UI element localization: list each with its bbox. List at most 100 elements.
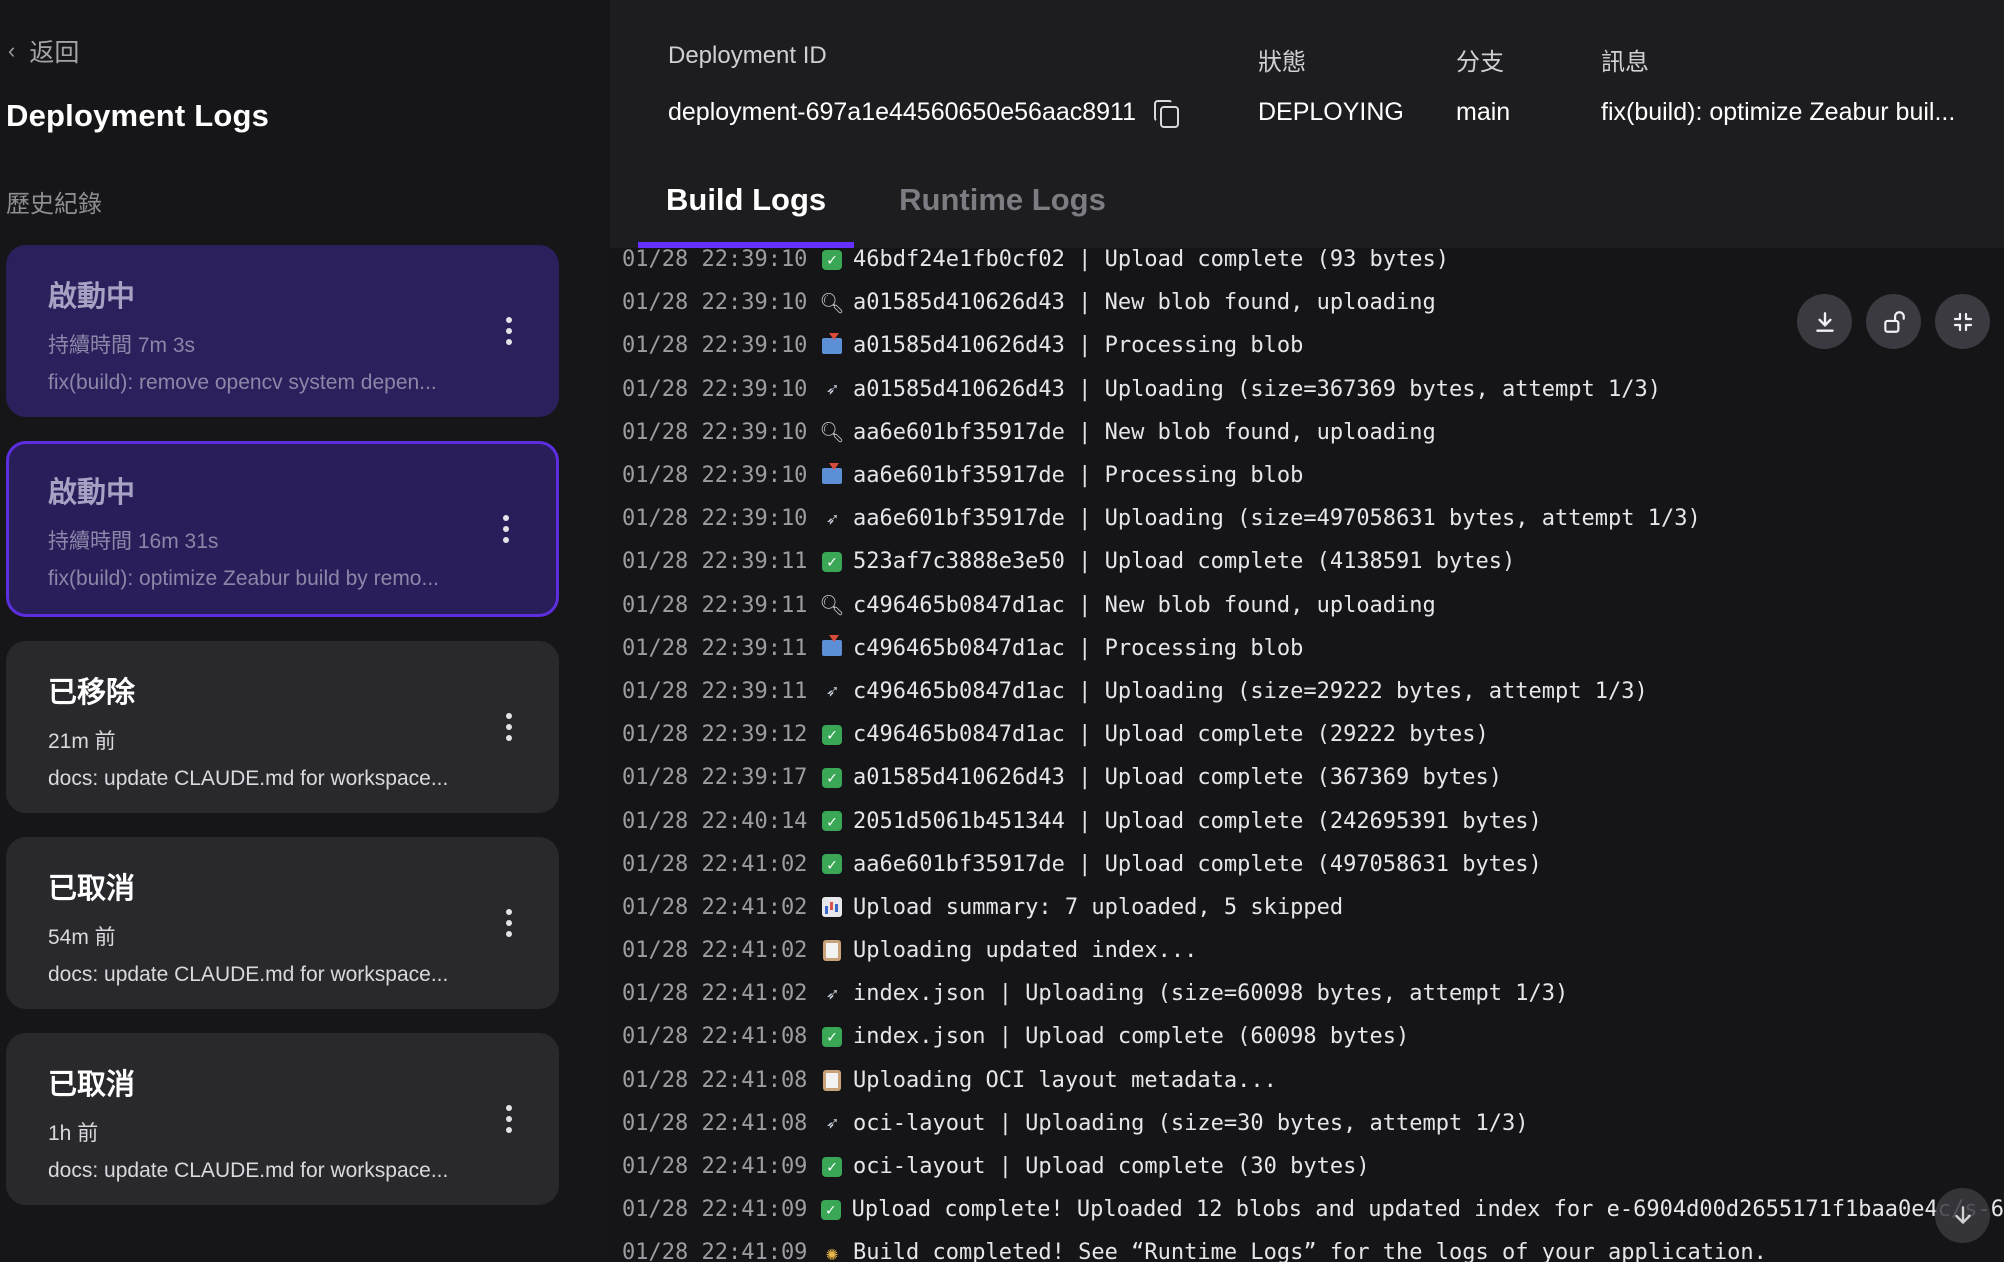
deployment-list: 啟動中 持續時間 7m 3s fix(build): remove opencv s… — [6, 245, 559, 1205]
branch-value: main — [1456, 98, 1511, 126]
sidebar: ‹ 返回 Deployment Logs 歷史紀錄 啟動中 持續時間 7m 3s f… — [0, 0, 610, 1262]
deployment-status: 已取消 — [48, 1069, 136, 1101]
tab-build-logs[interactable]: Build Logs — [638, 178, 855, 248]
log-icon: ➶ — [818, 679, 846, 703]
log-line: 01/28 22:41:08 Uploading OCI layout metad… — [610, 1059, 2004, 1102]
log-viewer[interactable]: 01/28 22:39:10 ✓ 46bdf24e1fb0cf02 | Upload… — [610, 248, 2004, 1262]
log-message: index.json | Upload complete (60098 byte… — [853, 1024, 1410, 1050]
app-root: ‹ 返回 Deployment Logs 歷史紀錄 啟動中 持續時間 7m 3s f… — [0, 0, 2004, 1262]
log-message: 2051d5061b451344 | Upload complete (2426… — [853, 808, 1542, 834]
log-line: 01/28 22:40:14 ✓ 2051d5061b451344 | Upload… — [610, 799, 2004, 842]
rocket-icon: ➶ — [825, 981, 839, 1006]
deployment-card[interactable]: 啟動中 持續時間 7m 3s fix(build): remove opencv s… — [6, 245, 559, 417]
deployment-id-value: deployment-697a1e44560650e56aac8911 — [668, 98, 1137, 126]
message-value: fix(build): optimize Zeabur buil... — [1601, 98, 1956, 126]
log-timestamp: 01/28 22:39:10 — [622, 376, 808, 402]
log-line: 01/28 22:39:10 🔍︎ a01585d410626d43 | New b… — [610, 281, 2004, 324]
log-timestamp: 01/28 22:39:10 — [622, 333, 808, 359]
log-line: 01/28 22:39:17 ✓ a01585d410626d43 | Upload… — [610, 756, 2004, 799]
log-message: oci-layout | Upload complete (30 bytes) — [853, 1154, 1370, 1180]
deployment-id-label: Deployment ID — [668, 42, 827, 69]
more-options-icon[interactable] — [499, 707, 519, 747]
log-line: 01/28 22:41:02 Upload summary: 7 uploaded… — [610, 886, 2004, 929]
log-timestamp: 01/28 22:39:12 — [622, 722, 808, 748]
scroll-to-bottom-button[interactable] — [1935, 1188, 1990, 1243]
back-link[interactable]: ‹ 返回 — [6, 34, 610, 68]
deployment-message: docs: update CLAUDE.md for workspace... — [48, 767, 449, 790]
party-icon: ✺ — [825, 1240, 839, 1262]
log-icon: ✓ — [818, 767, 846, 788]
log-timestamp: 01/28 22:41:02 — [622, 851, 808, 877]
rocket-icon: ➶ — [825, 679, 839, 704]
log-icon: ✓ — [817, 1199, 845, 1220]
magnifier-icon: 🔍︎ — [819, 420, 845, 445]
check-icon: ✓ — [822, 854, 842, 875]
log-message: index.json | Uploading (size=60098 bytes… — [853, 981, 1569, 1007]
unlock-scroll-button[interactable] — [1866, 294, 1921, 349]
status-value: DEPLOYING — [1258, 98, 1404, 126]
more-options-icon[interactable] — [499, 1099, 519, 1139]
deployment-message: fix(build): optimize Zeabur build by rem… — [48, 567, 439, 590]
inbox-icon — [822, 462, 842, 484]
deployment-status: 已取消 — [48, 873, 136, 905]
log-icon: 🔍︎ — [818, 593, 846, 617]
history-label: 歷史紀錄 — [6, 191, 102, 218]
log-icon: ➶ — [818, 982, 846, 1006]
check-icon: ✓ — [822, 249, 842, 270]
log-timestamp: 01/28 22:39:10 — [622, 290, 808, 316]
log-icon: 🔍︎ — [818, 291, 846, 315]
log-message: c496465b0847d1ac | New blob found, uploa… — [853, 592, 1436, 618]
log-message: c496465b0847d1ac | Uploading (size=29222… — [853, 678, 1648, 704]
check-icon: ✓ — [822, 811, 842, 832]
deployment-card[interactable]: 已取消 1h 前 docs: update CLAUDE.md for worksp… — [6, 1033, 559, 1205]
log-message: a01585d410626d43 | Processing blob — [853, 333, 1304, 359]
log-icon: ✓ — [818, 854, 846, 875]
clipboard-icon — [823, 940, 841, 962]
log-message: Uploading OCI layout metadata... — [853, 1067, 1277, 1093]
chevron-left-icon: ‹ — [8, 38, 16, 63]
log-list: 01/28 22:39:10 ✓ 46bdf24e1fb0cf02 | Upload… — [610, 248, 2004, 1262]
check-icon: ✓ — [822, 1156, 842, 1177]
log-timestamp: 01/28 22:39:11 — [622, 635, 808, 661]
log-icon — [818, 462, 846, 484]
log-line: 01/28 22:41:09 ✓ Upload complete! Uploaded… — [610, 1188, 2004, 1231]
copy-icon[interactable] — [1154, 99, 1180, 128]
rocket-icon: ➶ — [825, 377, 839, 402]
log-icon: ✓ — [818, 551, 846, 572]
log-timestamp: 01/28 22:39:11 — [622, 678, 808, 704]
log-timestamp: 01/28 22:39:10 — [622, 248, 808, 273]
rocket-icon: ➶ — [825, 506, 839, 531]
log-icon — [818, 1069, 846, 1091]
log-toolbar — [1797, 294, 1990, 349]
log-timestamp: 01/28 22:41:08 — [622, 1110, 808, 1136]
deployment-card[interactable]: 已移除 21m 前 docs: update CLAUDE.md for works… — [6, 641, 559, 813]
log-timestamp: 01/28 22:41:02 — [622, 981, 808, 1007]
log-icon — [818, 897, 846, 918]
deployment-duration: 21m 前 — [48, 730, 116, 753]
log-icon: ➶ — [818, 377, 846, 401]
more-options-icon[interactable] — [499, 311, 519, 351]
log-icon: ✓ — [818, 1026, 846, 1047]
deployment-card[interactable]: 已取消 54m 前 docs: update CLAUDE.md for works… — [6, 837, 559, 1009]
log-tabs: Build Logs Runtime Logs — [638, 178, 1134, 248]
deployment-card[interactable]: 啟動中 持續時間 16m 31s fix(build): optimize Zeab… — [6, 441, 559, 617]
deployment-id-column: Deployment ID deployment-697a1e44560650e… — [668, 42, 1258, 128]
unlock-icon — [1883, 310, 1905, 333]
log-line: 01/28 22:41:09 ✓ oci-layout | Upload compl… — [610, 1145, 2004, 1188]
tab-runtime-logs[interactable]: Runtime Logs — [871, 178, 1134, 248]
log-timestamp: 01/28 22:41:02 — [622, 894, 808, 920]
branch-label: 分支 — [1456, 49, 1504, 76]
log-line: 01/28 22:39:11 🔍︎ c496465b0847d1ac | New b… — [610, 584, 2004, 627]
log-message: c496465b0847d1ac | Processing blob — [853, 635, 1304, 661]
branch-column: 分支 main — [1456, 42, 1601, 127]
collapse-button[interactable] — [1935, 294, 1990, 349]
download-button[interactable] — [1797, 294, 1852, 349]
log-message: Build completed! See “Runtime Logs” for … — [853, 1240, 1767, 1262]
more-options-icon[interactable] — [499, 903, 519, 943]
log-icon: ✓ — [818, 724, 846, 745]
log-timestamp: 01/28 22:41:09 — [622, 1240, 808, 1262]
more-options-icon[interactable] — [496, 509, 516, 549]
status-column: 狀態 DEPLOYING — [1258, 42, 1456, 127]
log-message: aa6e601bf35917de | New blob found, uploa… — [853, 419, 1436, 445]
log-message: a01585d410626d43 | New blob found, uploa… — [853, 290, 1436, 316]
